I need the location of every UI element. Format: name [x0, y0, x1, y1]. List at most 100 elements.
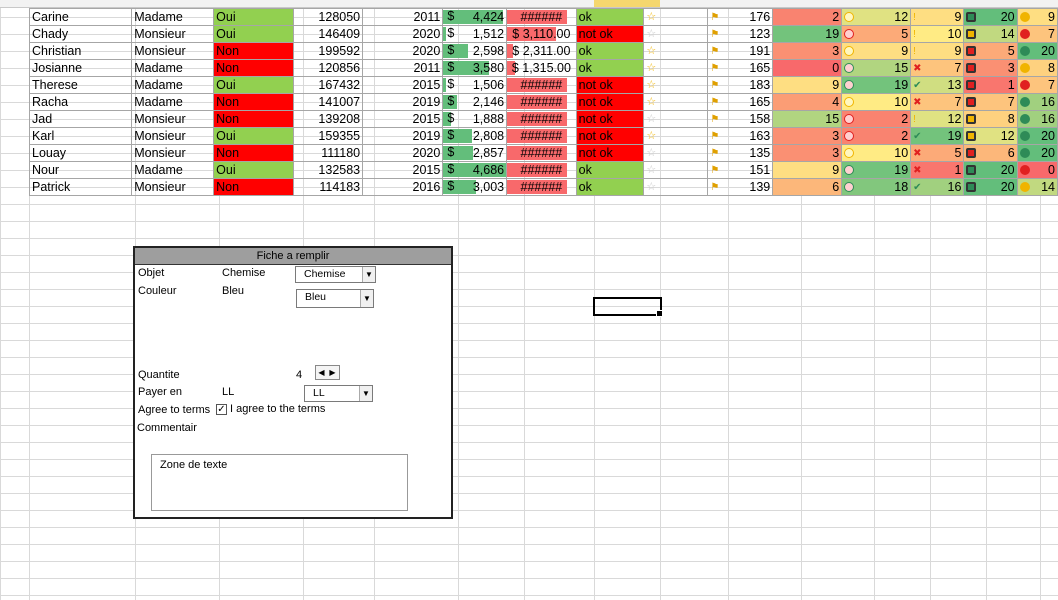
score-cell[interactable]: ⚑ 135: [707, 144, 774, 162]
circle-cell[interactable]: 5: [841, 25, 912, 43]
spin-left-icon[interactable]: ◀: [316, 366, 327, 379]
score-cell[interactable]: ⚑ 165: [707, 59, 774, 77]
rating-cell[interactable]: ☆: [643, 127, 709, 145]
yn-cell[interactable]: Non: [213, 59, 294, 77]
status-cell[interactable]: not ok: [575, 93, 645, 111]
rating-cell[interactable]: ☆: [643, 59, 709, 77]
circle-cell[interactable]: 19: [841, 161, 912, 179]
status-cell[interactable]: ok: [575, 178, 645, 196]
amount-cell[interactable]: $3,003: [442, 178, 508, 196]
status-cell[interactable]: not ok: [575, 144, 645, 162]
yn-cell[interactable]: Non: [213, 110, 294, 128]
money-cell[interactable]: $ 3,110.00: [506, 25, 577, 43]
year-cell[interactable]: 2020: [362, 144, 444, 162]
rating-cell[interactable]: ☆: [643, 178, 709, 196]
score-cell[interactable]: ⚑ 163: [707, 127, 774, 145]
money-cell[interactable]: ######: [506, 127, 577, 145]
traffic-cell[interactable]: 3: [963, 59, 1018, 77]
agree-checkbox[interactable]: ✓: [216, 404, 227, 415]
status-icon-cell[interactable]: 0: [1016, 161, 1058, 179]
year-cell[interactable]: 2015: [362, 161, 444, 179]
money-cell[interactable]: ######: [506, 76, 577, 94]
status-cell[interactable]: ok: [575, 59, 645, 77]
traffic-cell[interactable]: 12: [963, 127, 1018, 145]
score-cell[interactable]: ⚑ 139: [707, 178, 774, 196]
salary-cell[interactable]: 128050: [292, 8, 364, 26]
traffic-cell[interactable]: 20: [963, 178, 1018, 196]
status-cell[interactable]: ok: [575, 161, 645, 179]
title-cell[interactable]: Monsieur: [131, 127, 215, 145]
couleur-dropdown[interactable]: Bleu ▼: [296, 289, 374, 308]
salary-cell[interactable]: 167432: [292, 76, 364, 94]
mark-cell[interactable]: ✔ 13: [910, 76, 965, 94]
traffic-cell[interactable]: 7: [963, 93, 1018, 111]
name-cell[interactable]: Josianne: [28, 59, 133, 77]
status-icon-cell[interactable]: 14: [1016, 178, 1058, 196]
salary-cell[interactable]: 139208: [292, 110, 364, 128]
money-cell[interactable]: $ 1,315.00: [506, 59, 577, 77]
yn-cell[interactable]: Oui: [213, 25, 294, 43]
traffic-cell[interactable]: 20: [963, 161, 1018, 179]
mark-cell[interactable]: ✖ 5: [910, 144, 965, 162]
objet-dropdown[interactable]: Chemise ▼: [295, 266, 376, 283]
rating-cell[interactable]: ☆: [643, 76, 709, 94]
rating-cell[interactable]: ☆: [643, 42, 709, 60]
status-icon-cell[interactable]: 20: [1016, 42, 1058, 60]
circle-cell[interactable]: 10: [841, 93, 912, 111]
quantite-spinner[interactable]: ◀ ▶: [315, 365, 340, 380]
mark-cell[interactable]: ✖ 7: [910, 59, 965, 77]
comment-textarea[interactable]: Zone de texte: [151, 454, 408, 511]
name-cell[interactable]: Patrick: [28, 178, 133, 196]
amount-cell[interactable]: $2,808: [442, 127, 508, 145]
status-cell[interactable]: ok: [575, 8, 645, 26]
yn-cell[interactable]: Non: [213, 93, 294, 111]
rating-cell[interactable]: ☆: [643, 93, 709, 111]
mark-cell[interactable]: ! 10: [910, 25, 965, 43]
status-cell[interactable]: not ok: [575, 127, 645, 145]
title-cell[interactable]: Madame: [131, 59, 215, 77]
year-cell[interactable]: 2019: [362, 127, 444, 145]
mark-cell[interactable]: ✖ 7: [910, 93, 965, 111]
payer-dropdown[interactable]: LL ▼: [304, 385, 373, 402]
heat-cell-1[interactable]: 0: [772, 59, 843, 77]
circle-cell[interactable]: 9: [841, 42, 912, 60]
score-cell[interactable]: ⚑ 165: [707, 93, 774, 111]
money-cell[interactable]: $ 2,311.00: [506, 42, 577, 60]
chevron-down-icon[interactable]: ▼: [359, 386, 372, 401]
money-cell[interactable]: ######: [506, 110, 577, 128]
heat-cell-1[interactable]: 3: [772, 42, 843, 60]
traffic-cell[interactable]: 1: [963, 76, 1018, 94]
title-cell[interactable]: Madame: [131, 76, 215, 94]
year-cell[interactable]: 2020: [362, 42, 444, 60]
mark-cell[interactable]: ! 12: [910, 110, 965, 128]
yn-cell[interactable]: Non: [213, 42, 294, 60]
title-cell[interactable]: Monsieur: [131, 25, 215, 43]
heat-cell-1[interactable]: 15: [772, 110, 843, 128]
title-cell[interactable]: Monsieur: [131, 42, 215, 60]
salary-cell[interactable]: 114183: [292, 178, 364, 196]
traffic-cell[interactable]: 5: [963, 42, 1018, 60]
score-cell[interactable]: ⚑ 176: [707, 8, 774, 26]
name-cell[interactable]: Chady: [28, 25, 133, 43]
mark-cell[interactable]: ✔ 19: [910, 127, 965, 145]
year-cell[interactable]: 2020: [362, 25, 444, 43]
rating-cell[interactable]: ☆: [643, 25, 709, 43]
score-cell[interactable]: ⚑ 183: [707, 76, 774, 94]
traffic-cell[interactable]: 14: [963, 25, 1018, 43]
status-icon-cell[interactable]: 8: [1016, 59, 1058, 77]
yn-cell[interactable]: Oui: [213, 127, 294, 145]
heat-cell-1[interactable]: 19: [772, 25, 843, 43]
status-icon-cell[interactable]: 20: [1016, 127, 1058, 145]
selected-cell[interactable]: [593, 297, 663, 317]
year-cell[interactable]: 2015: [362, 110, 444, 128]
score-cell[interactable]: ⚑ 191: [707, 42, 774, 60]
chevron-down-icon[interactable]: ▼: [362, 267, 375, 282]
name-cell[interactable]: Jad: [28, 110, 133, 128]
circle-cell[interactable]: 18: [841, 178, 912, 196]
circle-cell[interactable]: 19: [841, 76, 912, 94]
title-cell[interactable]: Monsieur: [131, 178, 215, 196]
circle-cell[interactable]: 15: [841, 59, 912, 77]
salary-cell[interactable]: 146409: [292, 25, 364, 43]
salary-cell[interactable]: 111180: [292, 144, 364, 162]
circle-cell[interactable]: 2: [841, 127, 912, 145]
